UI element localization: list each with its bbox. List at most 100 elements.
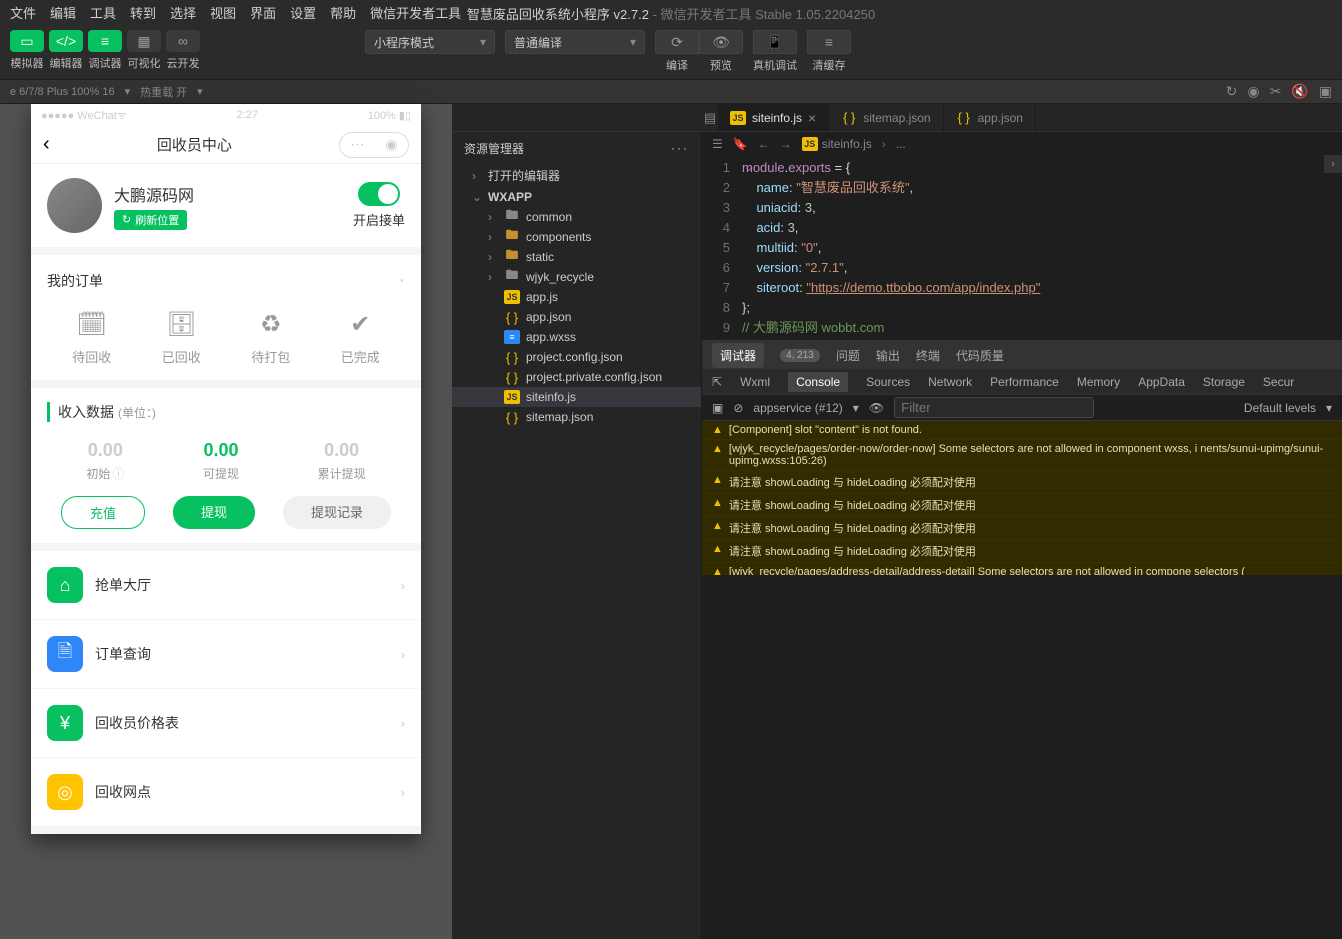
devtab-appdata[interactable]: AppData [1138, 375, 1185, 389]
menu-help[interactable]: 帮助 [330, 3, 356, 22]
explorer-more-icon[interactable]: ··· [671, 141, 689, 155]
devtab-wxml[interactable]: Wxml [740, 375, 770, 389]
tree-file-sitemap[interactable]: { }sitemap.json [452, 407, 701, 427]
withdraw-history-button[interactable]: 提现记录 [283, 496, 391, 529]
accept-orders-toggle[interactable] [358, 182, 400, 206]
device-arrow-icon: ▾ [125, 85, 131, 98]
withdraw-button[interactable]: 提现 [173, 496, 255, 529]
hotreload-select[interactable]: 热重载 开 [140, 84, 187, 100]
order-tab-pending[interactable]: 🗓待回收 [72, 310, 111, 366]
devtab-storage[interactable]: Storage [1203, 375, 1245, 389]
check-icon: ✔ [350, 310, 370, 339]
editor-menu-icon[interactable]: ▤ [702, 104, 718, 131]
menu-edit[interactable]: 编辑 [50, 3, 76, 22]
help-icon[interactable]: ⓘ [112, 465, 124, 482]
eye-icon[interactable]: 👁 [869, 401, 884, 415]
avatar[interactable] [47, 178, 102, 233]
devtab-network[interactable]: Network [928, 375, 972, 389]
order-tab-collected[interactable]: 🗄已回收 [162, 310, 201, 366]
mode-select[interactable]: 小程序模式▾ [365, 30, 495, 54]
simulator-toggle[interactable]: ▭模拟器 [10, 30, 44, 71]
devtab-memory[interactable]: Memory [1077, 375, 1120, 389]
record-icon[interactable]: ◉ [1247, 83, 1259, 100]
tree-file-appjs[interactable]: JSapp.js [452, 287, 701, 307]
tab-siteinfo[interactable]: JSsiteinfo.js× [718, 104, 829, 131]
fold-icon[interactable]: ⌄ [744, 158, 753, 178]
tree-file-siteinfo[interactable]: JSsiteinfo.js [452, 387, 701, 407]
tree-open-editors[interactable]: ›打开的编辑器 [452, 164, 701, 187]
close-icon[interactable]: × [808, 110, 816, 126]
compile-button[interactable]: ⟳ [655, 30, 699, 54]
dbg-tab-quality[interactable]: 代码质量 [956, 347, 1004, 364]
compile-mode-select[interactable]: 普通编译▾ [505, 30, 645, 54]
tree-file-appjson[interactable]: { }app.json [452, 307, 701, 327]
tree-folder-components[interactable]: ›🖿components [452, 227, 701, 247]
tab-sitemap[interactable]: { }sitemap.json [829, 104, 943, 131]
devtab-security[interactable]: Secur [1263, 375, 1294, 389]
recharge-button[interactable]: 充值 [61, 496, 145, 529]
capsule-menu-icon[interactable]: ⋯ [350, 136, 364, 153]
cut-icon[interactable]: ✂ [1270, 83, 1282, 100]
menu-grab-orders[interactable]: ⌂抢单大厅› [31, 551, 421, 620]
console-sidebar-icon[interactable]: ▣ [712, 401, 723, 415]
devtab-sources[interactable]: Sources [866, 375, 910, 389]
tree-file-projconf[interactable]: { }project.config.json [452, 347, 701, 367]
mute-icon[interactable]: 🔇 [1291, 83, 1308, 100]
right-panel-toggle[interactable]: › [1324, 155, 1342, 173]
menu-view[interactable]: 视图 [210, 3, 236, 22]
bookmark-icon[interactable]: 🔖 [733, 137, 748, 151]
levels-select[interactable]: Default levels [1244, 401, 1316, 415]
menu-price-list[interactable]: ¥回收员价格表› [31, 689, 421, 758]
visual-toggle[interactable]: ▦可视化 [127, 30, 161, 71]
dbg-tab-issues[interactable]: 问题 [836, 347, 860, 364]
device-select[interactable]: e 6/7/8 Plus 100% 16 [10, 86, 115, 98]
editor-toggle[interactable]: </>编辑器 [49, 30, 83, 71]
menu-wx[interactable]: 微信开发者工具 [370, 3, 461, 22]
devtab-console[interactable]: Console [788, 372, 848, 392]
tree-file-appwxss[interactable]: ≡app.wxss [452, 327, 701, 347]
tree-folder-common[interactable]: ›🖿common [452, 207, 701, 227]
debugger-toggle[interactable]: ≡调试器 [88, 30, 122, 71]
menu-select[interactable]: 选择 [170, 3, 196, 22]
rotate-icon[interactable]: ↻ [1226, 83, 1238, 100]
context-select[interactable]: appservice (#12) [753, 401, 842, 415]
tree-folder-wjyk[interactable]: ›🖿wjyk_recycle [452, 267, 701, 287]
order-tab-pack[interactable]: ♻待打包 [251, 310, 290, 366]
menu-ui[interactable]: 界面 [250, 3, 276, 22]
breadcrumb-toggle-icon[interactable]: ☰ [712, 137, 723, 151]
back-button[interactable]: ‹ [43, 133, 50, 156]
phone-nav: ‹ 回收员中心 ⋯ ◉ [31, 126, 421, 164]
code-editor[interactable]: ⌄ 1module.exports = { 2 name: "智慧废品回收系统"… [702, 156, 1342, 340]
menu-file[interactable]: 文件 [10, 3, 36, 22]
devtab-performance[interactable]: Performance [990, 375, 1059, 389]
menu-goto[interactable]: 转到 [130, 3, 156, 22]
console-output[interactable]: ▲[Component] slot "content" is not found… [702, 421, 1342, 575]
capsule-close-icon[interactable]: ◉ [385, 136, 397, 153]
inspect-icon[interactable]: ⇱ [712, 375, 722, 389]
tree-file-projpriv[interactable]: { }project.private.config.json [452, 367, 701, 387]
clear-cache-button[interactable]: ≡ [807, 30, 851, 54]
nav-back-icon[interactable]: ← [758, 137, 770, 151]
clear-console-icon[interactable]: ⊘ [733, 401, 743, 415]
dbg-tab-terminal[interactable]: 终端 [916, 347, 940, 364]
tab-appjson[interactable]: { }app.json [944, 104, 1036, 131]
menu-settings[interactable]: 设置 [290, 3, 316, 22]
menu-sites[interactable]: ◎回收网点› [31, 758, 421, 827]
dbg-badge: 4, 213 [780, 349, 820, 362]
nav-fwd-icon[interactable]: → [780, 137, 792, 151]
refresh-location-button[interactable]: ↻刷新位置 [114, 210, 187, 230]
dbg-tab-debugger[interactable]: 调试器 [712, 343, 764, 368]
real-debug-button[interactable]: 📱 [753, 30, 797, 54]
menu-order-search[interactable]: 🗎订单查询› [31, 620, 421, 689]
tree-root[interactable]: ⌄WXAPP [452, 187, 701, 207]
dbg-tab-output[interactable]: 输出 [876, 347, 900, 364]
menu-tools[interactable]: 工具 [90, 3, 116, 22]
orders-more[interactable]: · [398, 269, 405, 292]
preview-button[interactable]: 👁 [699, 30, 743, 54]
cloud-toggle[interactable]: ∞云开发 [166, 30, 200, 71]
dock-icon[interactable]: ▣ [1319, 83, 1332, 100]
income-unit: (单位：) [118, 404, 156, 421]
order-tab-done[interactable]: ✔已完成 [341, 310, 380, 366]
filter-input[interactable] [894, 397, 1094, 418]
tree-folder-static[interactable]: ›🖿static [452, 247, 701, 267]
